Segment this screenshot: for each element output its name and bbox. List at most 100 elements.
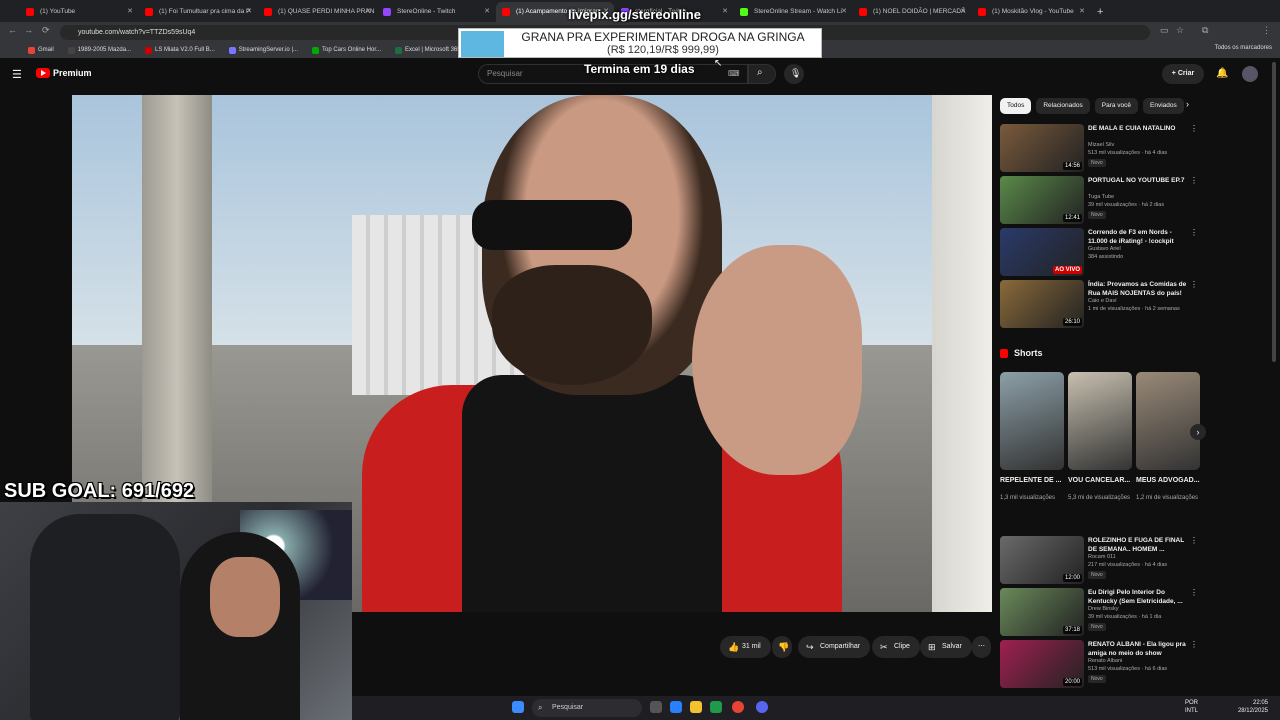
more-options-icon[interactable]: ⋮	[1190, 280, 1198, 289]
language-indicator[interactable]: POR INTL	[1185, 699, 1198, 715]
avatar[interactable]	[1242, 66, 1258, 82]
filter-chip[interactable]: Relacionados	[1036, 98, 1090, 114]
browser-tab[interactable]: (1) QUASE PERDI MINHA PRAN ✕	[258, 2, 376, 22]
reload-icon[interactable]: ⟳	[42, 25, 50, 36]
menu-icon[interactable]: ☰	[12, 68, 22, 81]
taskbar-search[interactable]: ⌕ Pesquisar	[532, 699, 642, 717]
browser-tab[interactable]: StereOnline - Twitch ✕	[377, 2, 495, 22]
video-recommendation[interactable]: 12:41 PORTUGAL NO YOUTUBE EP.7 Tuga Tube 39…	[1000, 176, 1200, 226]
more-options-icon[interactable]: ⋮	[1190, 176, 1198, 185]
voice-search-button[interactable]: 🎙	[784, 64, 804, 84]
short-thumbnail[interactable]	[1136, 372, 1200, 470]
video-recommendation[interactable]: 14:56 DE MALA E CUIA NATALINO Mizael Silv 5…	[1000, 124, 1200, 174]
video-thumbnail[interactable]: 26:10	[1000, 280, 1084, 328]
chevron-right-icon[interactable]: ›	[1186, 99, 1189, 109]
new-tab-icon[interactable]: +	[1091, 2, 1103, 22]
short-item[interactable]: MEUS ADVOGAD... 1,2 mi de visualizações	[1136, 372, 1200, 503]
bookmark-item[interactable]: Gmail	[28, 46, 54, 54]
bookmark-item[interactable]: Top Cars Online Hor...	[312, 46, 381, 54]
close-icon[interactable]: ✕	[127, 2, 133, 22]
clip-button[interactable]: ✂ Clipe	[872, 636, 920, 658]
extensions-icon[interactable]: ⧉	[1202, 25, 1208, 36]
more-actions-button[interactable]: ⋯	[972, 636, 991, 658]
back-icon[interactable]: ←	[8, 25, 17, 35]
close-icon[interactable]: ✕	[246, 2, 252, 22]
dislike-button[interactable]: 👎	[772, 636, 792, 658]
video-title[interactable]: Índia: Provamos as Comidas de Rua MAIS N…	[1088, 280, 1192, 298]
close-icon[interactable]: ✕	[484, 2, 490, 22]
channel-name[interactable]: Drew Binsky	[1088, 606, 1119, 612]
channel-name[interactable]: Rocam 011	[1088, 554, 1116, 560]
more-options-icon[interactable]: ⋮	[1190, 640, 1198, 649]
windows-start-icon[interactable]	[512, 701, 524, 713]
video-title[interactable]: DE MALA E CUIA NATALINO	[1088, 124, 1192, 133]
channel-name[interactable]: Mizael Silv	[1088, 142, 1114, 148]
channel-name[interactable]: Caio e Davi	[1088, 298, 1116, 304]
close-icon[interactable]: ✕	[722, 2, 728, 22]
more-options-icon[interactable]: ⋮	[1190, 228, 1198, 237]
close-icon[interactable]: ✕	[1079, 2, 1085, 22]
task-view-icon[interactable]	[650, 701, 662, 713]
more-options-icon[interactable]: ⋮	[1190, 588, 1198, 597]
close-icon[interactable]: ✕	[841, 2, 847, 22]
spreadsheet-app-icon[interactable]	[710, 701, 722, 713]
video-thumbnail[interactable]: 12:00	[1000, 536, 1084, 584]
notifications-icon[interactable]: 🔔	[1216, 68, 1228, 79]
shorts-next-button[interactable]: ›	[1190, 424, 1206, 440]
filter-chip[interactable]: Enviados	[1143, 98, 1184, 114]
bookmark-item[interactable]: Excel | Microsoft 365	[395, 46, 461, 54]
video-title[interactable]: ROLEZINHO E FUGA DE FINAL DE SEMANA.. HO…	[1088, 536, 1192, 554]
video-recommendation[interactable]: 20:00 RENATO ALBANI - Ela ligou pra amiga…	[1000, 640, 1200, 690]
channel-name[interactable]: Renato Albani	[1088, 658, 1122, 664]
discord-icon[interactable]	[756, 701, 768, 713]
video-recommendation[interactable]: 12:00 ROLEZINHO E FUGA DE FINAL DE SEMANA…	[1000, 536, 1200, 586]
video-recommendation[interactable]: 26:10 Índia: Provamos as Comidas de Rua M…	[1000, 280, 1200, 330]
create-button[interactable]: + Criar	[1162, 64, 1204, 84]
video-title[interactable]: Eu Dirigi Pelo Interior Do Kentucky (Sem…	[1088, 588, 1192, 606]
like-button[interactable]: 👍 31 mil	[720, 636, 771, 658]
filter-chip[interactable]: Para você	[1094, 98, 1139, 114]
youtube-logo[interactable]: Premium	[36, 68, 92, 78]
video-thumbnail[interactable]: 14:56	[1000, 124, 1084, 172]
close-icon[interactable]: ✕	[365, 2, 371, 22]
share-button[interactable]: ↪ Compartilhar	[798, 636, 871, 658]
channel-name[interactable]: Gustavo Ariel	[1088, 246, 1121, 252]
taskbar-clock[interactable]: 22:05 28/12/2025	[1238, 699, 1268, 715]
browser-tab[interactable]: (1) YouTube ✕	[20, 2, 138, 22]
page-scrollbar[interactable]	[1272, 62, 1276, 362]
video-thumbnail[interactable]: 12:41	[1000, 176, 1084, 224]
more-options-icon[interactable]: ⋮	[1190, 124, 1198, 133]
video-title[interactable]: PORTUGAL NO YOUTUBE EP.7	[1088, 176, 1192, 185]
short-thumbnail[interactable]	[1068, 372, 1132, 470]
short-thumbnail[interactable]	[1000, 372, 1064, 470]
browser-menu-icon[interactable]: ⋮	[1262, 25, 1271, 36]
bookmark-item[interactable]: 1989-2005 Mazda...	[67, 46, 131, 54]
channel-name[interactable]: Tuga Tube	[1088, 194, 1114, 200]
browser-tab[interactable]: (1) Moskitão Vlog - YouTube ✕	[972, 2, 1090, 22]
more-options-icon[interactable]: ⋮	[1190, 536, 1198, 545]
short-title[interactable]: VOU CANCELAR...	[1068, 476, 1132, 494]
cast-icon[interactable]: ▭	[1160, 25, 1169, 36]
keyboard-icon[interactable]: ⌨	[728, 69, 740, 78]
bookmark-star-icon[interactable]: ☆	[1176, 25, 1184, 36]
filter-chip[interactable]: Todos	[1000, 98, 1032, 114]
video-title[interactable]: RENATO ALBANI - Ela ligou pra amiga no m…	[1088, 640, 1192, 658]
browser-tab[interactable]: (1) Foi Tumultuar pra cima da P ✕	[139, 2, 257, 22]
copilot-icon[interactable]	[670, 701, 682, 713]
browser-tab[interactable]: (1) NOEL DOIDÃO | MERCADÃ ✕	[853, 2, 971, 22]
search-button[interactable]: ⌕	[748, 64, 776, 84]
short-title[interactable]: MEUS ADVOGAD...	[1136, 476, 1200, 494]
chrome-icon[interactable]	[732, 701, 744, 713]
browser-tab[interactable]: StereOnline Stream - Watch Li ✕	[734, 2, 852, 22]
video-recommendation[interactable]: AO VIVO Correndo de F3 em Nords - 11.000 …	[1000, 228, 1200, 278]
short-item[interactable]: VOU CANCELAR... 5,3 mi de visualizações	[1068, 372, 1132, 503]
video-thumbnail[interactable]: 37:18	[1000, 588, 1084, 636]
video-title[interactable]: Correndo de F3 em Nords - 11.000 de iRat…	[1088, 228, 1192, 246]
close-icon[interactable]: ✕	[960, 2, 966, 22]
file-explorer-icon[interactable]	[690, 701, 702, 713]
video-recommendation[interactable]: 37:18 Eu Dirigi Pelo Interior Do Kentucky…	[1000, 588, 1200, 638]
save-button[interactable]: ⊞ Salvar	[920, 636, 972, 658]
bookmark-item[interactable]: LS Miata V2.0 Full B...	[145, 46, 215, 54]
short-title[interactable]: REPELENTE DE ...	[1000, 476, 1064, 494]
video-thumbnail[interactable]: AO VIVO	[1000, 228, 1084, 276]
